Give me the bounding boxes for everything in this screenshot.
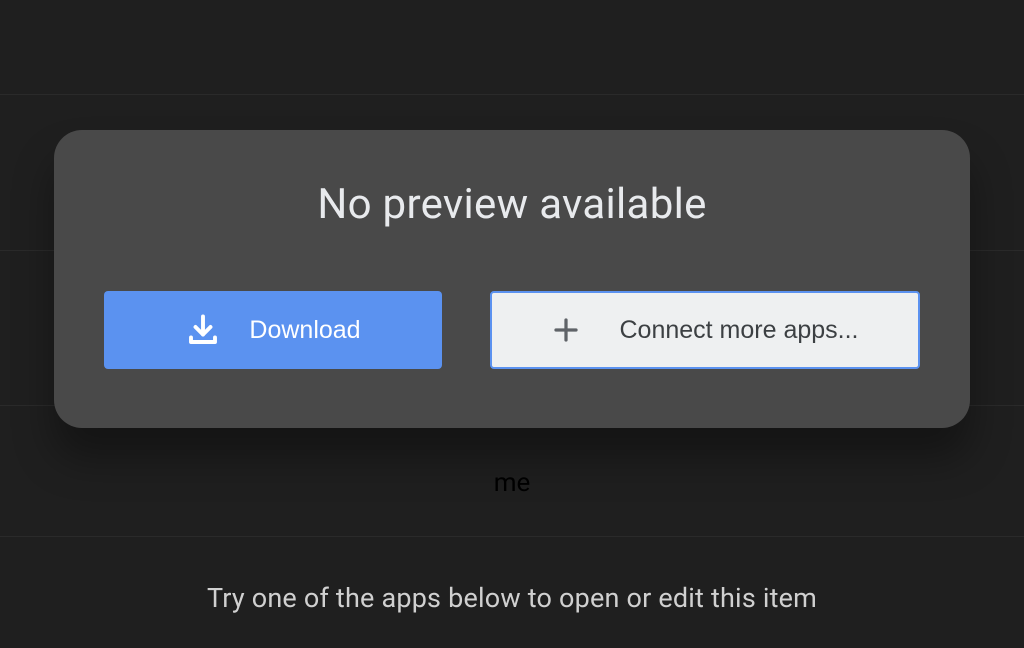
divider <box>0 94 1024 95</box>
download-icon <box>185 312 221 348</box>
plus-icon <box>551 315 581 345</box>
footer-hint: Try one of the apps below to open or edi… <box>207 582 817 614</box>
no-preview-title: No preview available <box>317 180 706 229</box>
button-row: Download Connect more apps... <box>104 291 920 369</box>
download-button[interactable]: Download <box>104 291 442 369</box>
background-text: me <box>494 468 531 498</box>
divider <box>0 536 1024 537</box>
no-preview-card: No preview available Download Connect mo… <box>54 130 970 428</box>
connect-apps-button-label: Connect more apps... <box>619 316 858 345</box>
download-button-label: Download <box>249 316 360 345</box>
connect-apps-button[interactable]: Connect more apps... <box>490 291 920 369</box>
